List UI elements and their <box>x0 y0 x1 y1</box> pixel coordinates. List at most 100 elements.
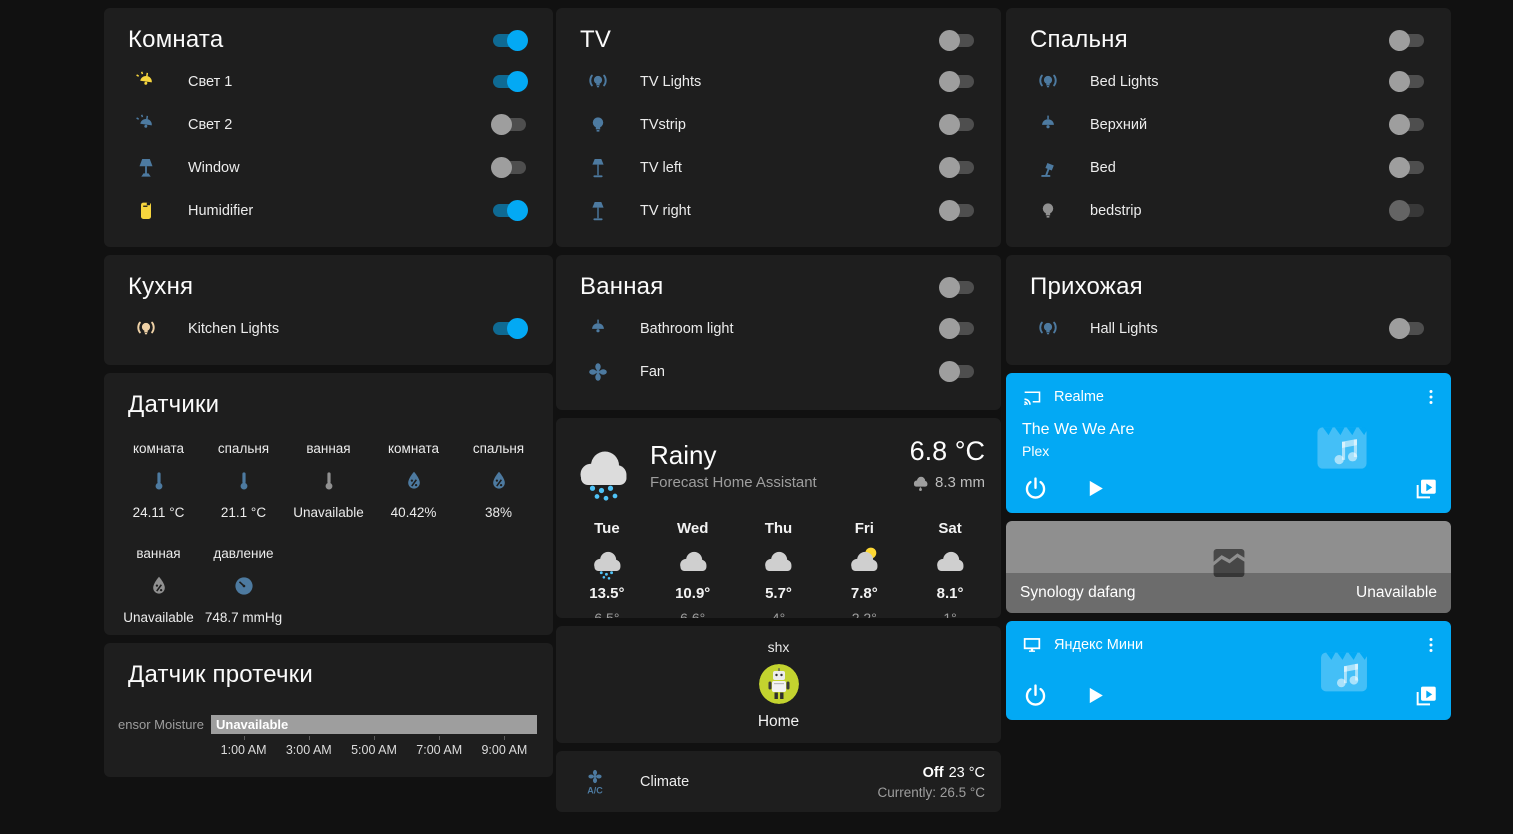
card-kuhnya: Кухня Kitchen Lights <box>104 255 553 365</box>
glance-label: комната <box>388 441 439 456</box>
light-bulb-icon <box>586 113 610 137</box>
climate-row[interactable]: Climate Off23 °C Currently: 26.5 °C <box>556 751 1001 812</box>
card-title-spalnya: Спальня <box>1030 26 1389 54</box>
entity-row-bedstrip[interactable]: bedstrip <box>1030 189 1426 232</box>
entity-row-svet2[interactable]: Свет 2 <box>128 103 528 146</box>
forecast-day: Thu 5.7° 4° <box>736 520 822 618</box>
climate-current-temp: Currently: 26.5 °C <box>878 785 985 800</box>
entity-name: Window <box>188 160 240 176</box>
entity-row-kitchen-lights[interactable]: Kitchen Lights <box>128 307 528 350</box>
entity-name: TV left <box>640 160 682 176</box>
card-media-realme: Realme The We We Are Plex <box>1006 373 1451 513</box>
person-name: shx <box>768 639 790 655</box>
entity-toggle[interactable] <box>1389 200 1426 221</box>
entity-toggle[interactable] <box>1389 71 1426 92</box>
entity-toggle[interactable] <box>939 361 976 382</box>
power-icon[interactable] <box>1022 475 1049 502</box>
entity-row-tv-right[interactable]: TV right <box>580 189 976 232</box>
entity-toggle[interactable] <box>1389 318 1426 339</box>
card-title-protechka: Датчик протечки <box>128 661 528 689</box>
entity-row-verhniy[interactable]: Верхний <box>1030 103 1426 146</box>
entity-name: TV Lights <box>640 74 701 90</box>
glance-item[interactable]: спальня 38% <box>456 441 541 520</box>
entity-row-tv-lights[interactable]: TV Lights <box>580 60 976 103</box>
robot-avatar <box>759 664 799 704</box>
gauge-icon <box>232 574 256 598</box>
card-protechka: Датчик протечки ensor Moisture Unavailab… <box>104 643 553 777</box>
fan-icon <box>586 360 610 384</box>
glance-item[interactable]: давление 748.7 mmHg <box>201 546 286 625</box>
entity-row-bathroom-light[interactable]: Bathroom light <box>580 307 976 350</box>
entity-toggle[interactable] <box>491 71 528 92</box>
entity-toggle[interactable] <box>491 318 528 339</box>
entity-toggle[interactable] <box>491 200 528 221</box>
entity-toggle[interactable] <box>939 200 976 221</box>
entity-row-tvstrip[interactable]: TVstrip <box>580 103 976 146</box>
glance-item[interactable]: спальня 21.1 °C <box>201 441 286 520</box>
power-icon[interactable] <box>1022 682 1049 709</box>
spalnya-master-toggle[interactable] <box>1389 30 1426 51</box>
glance-item[interactable]: ванная Unavailable <box>116 546 201 625</box>
forecast-day: Fri 7.8° 2.2° <box>821 520 907 618</box>
card-tv: TV TV Lights TVstrip TV left <box>556 8 1001 247</box>
hvac-icon <box>580 767 610 797</box>
tv-master-toggle[interactable] <box>939 30 976 51</box>
card-weather[interactable]: Rainy Forecast Home Assistant 6.8 °C 8.3… <box>556 418 1001 618</box>
time-tick: 3:00 AM <box>276 736 341 757</box>
light-group-icon <box>1036 70 1060 94</box>
komnata-master-toggle[interactable] <box>491 30 528 51</box>
more-menu-icon[interactable] <box>1421 386 1441 408</box>
light-group-icon <box>134 317 158 341</box>
thermometer-icon <box>232 469 256 493</box>
rainy-icon <box>589 543 625 583</box>
entity-name: Bed Lights <box>1090 74 1159 90</box>
entity-row-svet1[interactable]: Свет 1 <box>128 60 528 103</box>
play-icon[interactable] <box>1081 475 1108 502</box>
entity-name: Bed <box>1090 160 1116 176</box>
browse-media-icon[interactable] <box>1413 683 1439 709</box>
more-menu-icon[interactable] <box>1421 634 1441 656</box>
entity-toggle[interactable] <box>939 114 976 135</box>
movie-music-icon <box>1315 643 1373 701</box>
browse-media-icon[interactable] <box>1413 476 1439 502</box>
weather-forecast: Tue 13.5° 6.5° Wed 10.9° 6.6° Thu <box>556 506 1001 618</box>
entity-toggle[interactable] <box>491 157 528 178</box>
card-camera-synology[interactable]: Synology dafang Unavailable <box>1006 521 1451 613</box>
glance-item[interactable]: ванная Unavailable <box>286 441 371 520</box>
ceiling-light-icon <box>586 317 610 341</box>
card-vannaya: Ванная Bathroom light Fan <box>556 255 1001 410</box>
history-graph: ensor Moisture Unavailable <box>104 715 537 734</box>
entity-toggle[interactable] <box>1389 157 1426 178</box>
entity-toggle[interactable] <box>1389 114 1426 135</box>
glance-label: давление <box>213 546 273 561</box>
entity-row-tv-left[interactable]: TV left <box>580 146 976 189</box>
entity-toggle[interactable] <box>491 114 528 135</box>
camera-name: Synology dafang <box>1020 584 1135 602</box>
card-title-kuhnya: Кухня <box>128 273 528 301</box>
time-tick: 1:00 AM <box>211 736 276 757</box>
entity-name: Humidifier <box>188 203 253 219</box>
glance-item[interactable]: комната 24.11 °C <box>116 441 201 520</box>
rain-icon <box>911 473 930 492</box>
column-left: Комната Свет 1 Свет 2 Window <box>104 8 553 777</box>
cast-icon <box>1021 386 1043 408</box>
forecast-day: Wed 10.9° 6.6° <box>650 520 736 618</box>
thermometer-icon <box>317 469 341 493</box>
entity-row-bed[interactable]: Bed <box>1030 146 1426 189</box>
avatar[interactable] <box>759 664 799 704</box>
play-icon[interactable] <box>1081 682 1108 709</box>
entity-row-bed-lights[interactable]: Bed Lights <box>1030 60 1426 103</box>
vannaya-master-toggle[interactable] <box>939 277 976 298</box>
card-title-komnata: Комната <box>128 26 491 54</box>
entity-toggle[interactable] <box>939 318 976 339</box>
entity-row-fan[interactable]: Fan <box>580 350 976 393</box>
entity-toggle[interactable] <box>939 71 976 92</box>
climate-name: Climate <box>640 774 689 790</box>
entity-toggle[interactable] <box>939 157 976 178</box>
entity-row-humidifier[interactable]: Humidifier <box>128 189 528 232</box>
entity-row-hall-lights[interactable]: Hall Lights <box>1030 307 1426 350</box>
partly-sunny-icon <box>846 543 882 583</box>
glance-item[interactable]: комната 40.42% <box>371 441 456 520</box>
sconce-light-icon <box>134 70 158 94</box>
entity-row-window[interactable]: Window <box>128 146 528 189</box>
